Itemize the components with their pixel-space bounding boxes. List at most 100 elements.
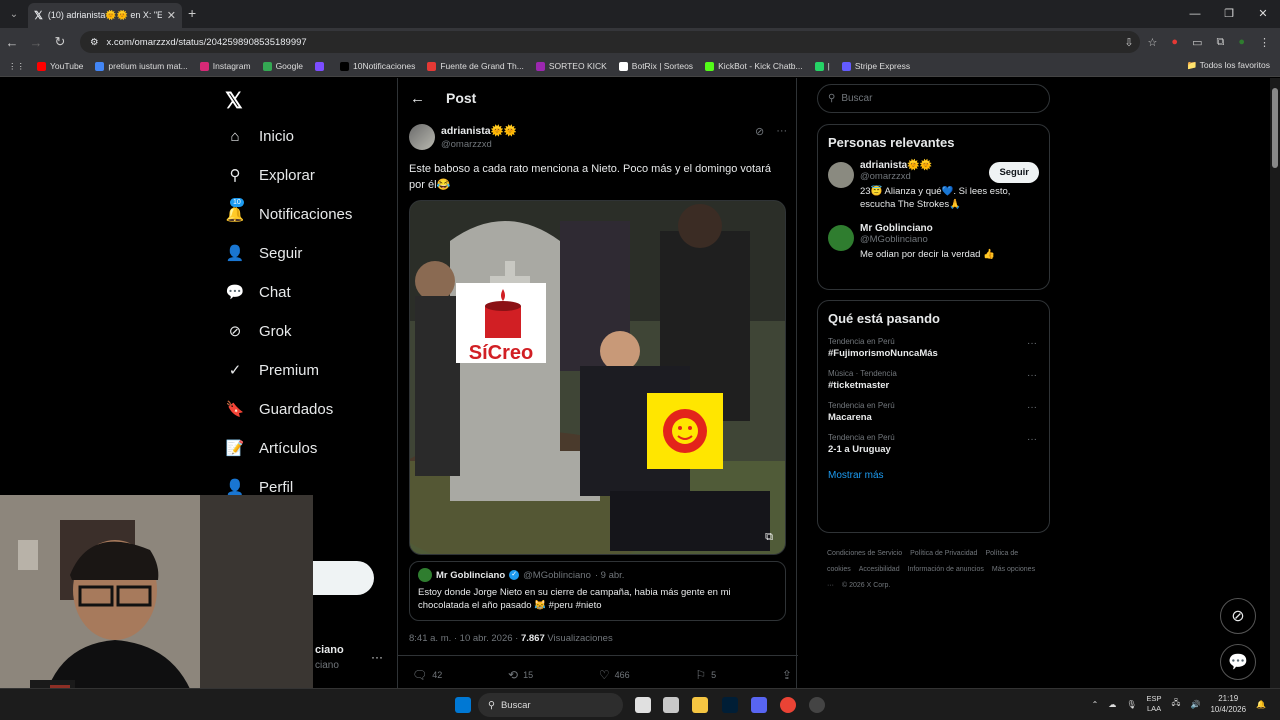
back-icon[interactable]: ←: [0, 35, 24, 50]
photoshop-icon[interactable]: [722, 697, 738, 713]
footer-link[interactable]: Política de Privacidad: [910, 550, 977, 557]
footer-link[interactable]: © 2026 X Corp.: [842, 582, 890, 589]
volume-icon[interactable]: 🔊: [1190, 700, 1200, 709]
extensions-puzzle-icon[interactable]: ⧉: [1216, 36, 1224, 49]
tweet-image[interactable]: SíCreo ⧉: [409, 200, 786, 555]
tray-chevron-icon[interactable]: ⌃: [1092, 700, 1099, 709]
mic-icon[interactable]: 🎙: [1126, 700, 1136, 709]
post-timestamp[interactable]: 8:41 a. m. · 10 abr. 2026 ·: [409, 633, 518, 644]
grok-icon[interactable]: ⊘: [755, 125, 764, 138]
task-view-icon[interactable]: [635, 697, 651, 713]
trend-more-icon[interactable]: ···: [1027, 402, 1037, 413]
share-button[interactable]: ⇪: [782, 668, 792, 682]
bookmark-item[interactable]: Google: [262, 61, 303, 71]
reload-icon[interactable]: ↻: [48, 34, 72, 50]
page-scrollbar[interactable]: [1270, 78, 1280, 688]
nav-item-chat[interactable]: 💬 Chat: [225, 282, 291, 302]
relevant-person[interactable]: adrianista🌞🌞 @omarzzxd 23😇 Alianza y qué💙.…: [818, 156, 1049, 219]
trend-item[interactable]: Música · Tendencia #ticketmaster ···: [818, 364, 1049, 396]
all-bookmarks[interactable]: 📁 Todos los favoritos: [1187, 60, 1270, 71]
image-edit-icon[interactable]: ⧉: [765, 531, 773, 544]
site-info-icon[interactable]: ⚙: [90, 37, 99, 48]
trend-item[interactable]: Tendencia en Perú 2-1 a Uruguay ···: [818, 428, 1049, 460]
bookmark-item[interactable]: SORTEO KICK: [535, 61, 607, 71]
footer-link[interactable]: Condiciones de Servicio: [827, 550, 902, 557]
account-menu-icon[interactable]: ···: [371, 650, 383, 664]
bookmark-button[interactable]: ⚐ 5: [695, 668, 716, 682]
nav-item-perfil[interactable]: 👤 Perfil: [225, 477, 294, 497]
more-options-icon[interactable]: ···: [776, 125, 787, 138]
nav-item-explorar[interactable]: ⚲ Explorar: [225, 165, 315, 185]
bookmark-item[interactable]: KickBot - Kick Chatb...: [705, 61, 803, 71]
network-icon[interactable]: 🖧: [1172, 697, 1181, 711]
nav-item-notificaciones[interactable]: 🔔 10 Notificaciones: [225, 198, 352, 224]
app2-icon[interactable]: [809, 697, 825, 713]
notification-icon[interactable]: 🔔: [1256, 700, 1266, 709]
trend-more-icon[interactable]: ···: [1027, 370, 1037, 381]
url-field[interactable]: ⚙ x.com/omarzzxd/status/2042598908535189…: [80, 31, 1140, 53]
author-handle[interactable]: @omarzzxd: [441, 139, 492, 150]
follow-button[interactable]: Seguir: [989, 162, 1039, 183]
nav-item-premium[interactable]: ✓ Premium: [225, 360, 319, 380]
nav-item-grok[interactable]: ⊘ Grok: [225, 321, 292, 341]
minimize-icon[interactable]: —: [1178, 0, 1212, 28]
x-logo-icon[interactable]: 𝕏: [225, 88, 243, 114]
bookmark-item[interactable]: Instagram: [199, 61, 251, 71]
bookmark-item[interactable]: 10Notificaciones: [339, 61, 415, 71]
file-explorer-icon[interactable]: [692, 697, 708, 713]
extension-icon[interactable]: ●: [1171, 36, 1178, 48]
profile-avatar-icon[interactable]: ●: [1238, 36, 1245, 48]
search-input[interactable]: ⚲ Buscar: [817, 84, 1050, 113]
nav-item-inicio[interactable]: ⌂ Inicio: [225, 126, 294, 146]
trend-item[interactable]: Tendencia en Perú Macarena ···: [818, 396, 1049, 428]
bookmark-item[interactable]: BotRix | Sorteos: [618, 61, 693, 71]
start-icon[interactable]: [455, 697, 471, 713]
person-avatar[interactable]: [828, 162, 854, 188]
install-icon[interactable]: ⇩: [1124, 36, 1133, 49]
active-tab[interactable]: 𝕏 (10) adrianista🌞🌞 en X: "Este ✕: [28, 3, 182, 28]
footer-link[interactable]: Información de anuncios: [908, 566, 984, 573]
app-icon[interactable]: [663, 697, 679, 713]
account-name[interactable]: ciano: [315, 644, 344, 656]
bookmark-item[interactable]: pretium iustum mat...: [95, 61, 188, 71]
relevant-person[interactable]: Mr Goblinciano @MGoblinciano Me odian por …: [818, 219, 1049, 269]
apps-icon[interactable]: ⋮⋮: [8, 61, 25, 72]
star-icon[interactable]: ☆: [1148, 36, 1158, 49]
bookmark-item[interactable]: Stripe Express: [841, 61, 910, 71]
tab-close-icon[interactable]: ✕: [167, 9, 176, 22]
clock[interactable]: 21:19 10/4/2026: [1210, 693, 1246, 715]
browser-menu-icon[interactable]: ⋮: [1259, 36, 1270, 49]
language-indicator[interactable]: ESP LAA: [1147, 694, 1162, 714]
author-name[interactable]: adrianista🌞🌞: [441, 124, 517, 137]
bookmark-item[interactable]: Fuente de Grand Th...: [427, 61, 524, 71]
show-more-link[interactable]: Mostrar más: [818, 460, 1049, 493]
messages-fab-icon[interactable]: 💬: [1220, 644, 1256, 680]
bookmark-item[interactable]: |: [814, 61, 830, 71]
nav-item-seguir[interactable]: 👤 Seguir: [225, 243, 303, 263]
new-tab-icon[interactable]: +: [188, 5, 196, 21]
restore-icon[interactable]: ❐: [1212, 0, 1246, 28]
person-avatar[interactable]: [828, 225, 854, 251]
person-name[interactable]: Mr Goblinciano: [860, 223, 1039, 234]
onedrive-icon[interactable]: ☁: [1108, 700, 1116, 709]
trend-more-icon[interactable]: ···: [1027, 338, 1037, 349]
bookmark-item[interactable]: [314, 61, 328, 71]
author-avatar[interactable]: [409, 124, 435, 150]
scrollbar-thumb[interactable]: [1272, 88, 1278, 168]
taskbar-search[interactable]: ⚲ Buscar: [478, 693, 623, 717]
extension2-icon[interactable]: ▭: [1192, 36, 1202, 49]
reply-button[interactable]: 🗨 42: [412, 668, 442, 682]
back-arrow-icon[interactable]: ←: [410, 90, 425, 107]
trend-item[interactable]: Tendencia en Perú #FujimorismoNuncaMás ···: [818, 332, 1049, 364]
nav-item-artículos[interactable]: 📝 Artículos: [225, 438, 318, 458]
nav-item-guardados[interactable]: 🔖 Guardados: [225, 399, 334, 419]
discord-icon[interactable]: [751, 697, 767, 713]
forward-icon[interactable]: →: [24, 35, 48, 50]
tab-search-icon[interactable]: ⌄: [0, 0, 28, 28]
like-button[interactable]: ♡ 466: [599, 668, 630, 682]
footer-link[interactable]: Accesibilidad: [859, 566, 900, 573]
quoted-tweet[interactable]: Mr Goblinciano ✓ @MGoblinciano · 9 abr. …: [409, 561, 786, 621]
bookmark-item[interactable]: YouTube: [37, 61, 83, 71]
close-window-icon[interactable]: ✕: [1246, 0, 1280, 28]
repost-button[interactable]: ⟲ 15: [508, 668, 533, 682]
